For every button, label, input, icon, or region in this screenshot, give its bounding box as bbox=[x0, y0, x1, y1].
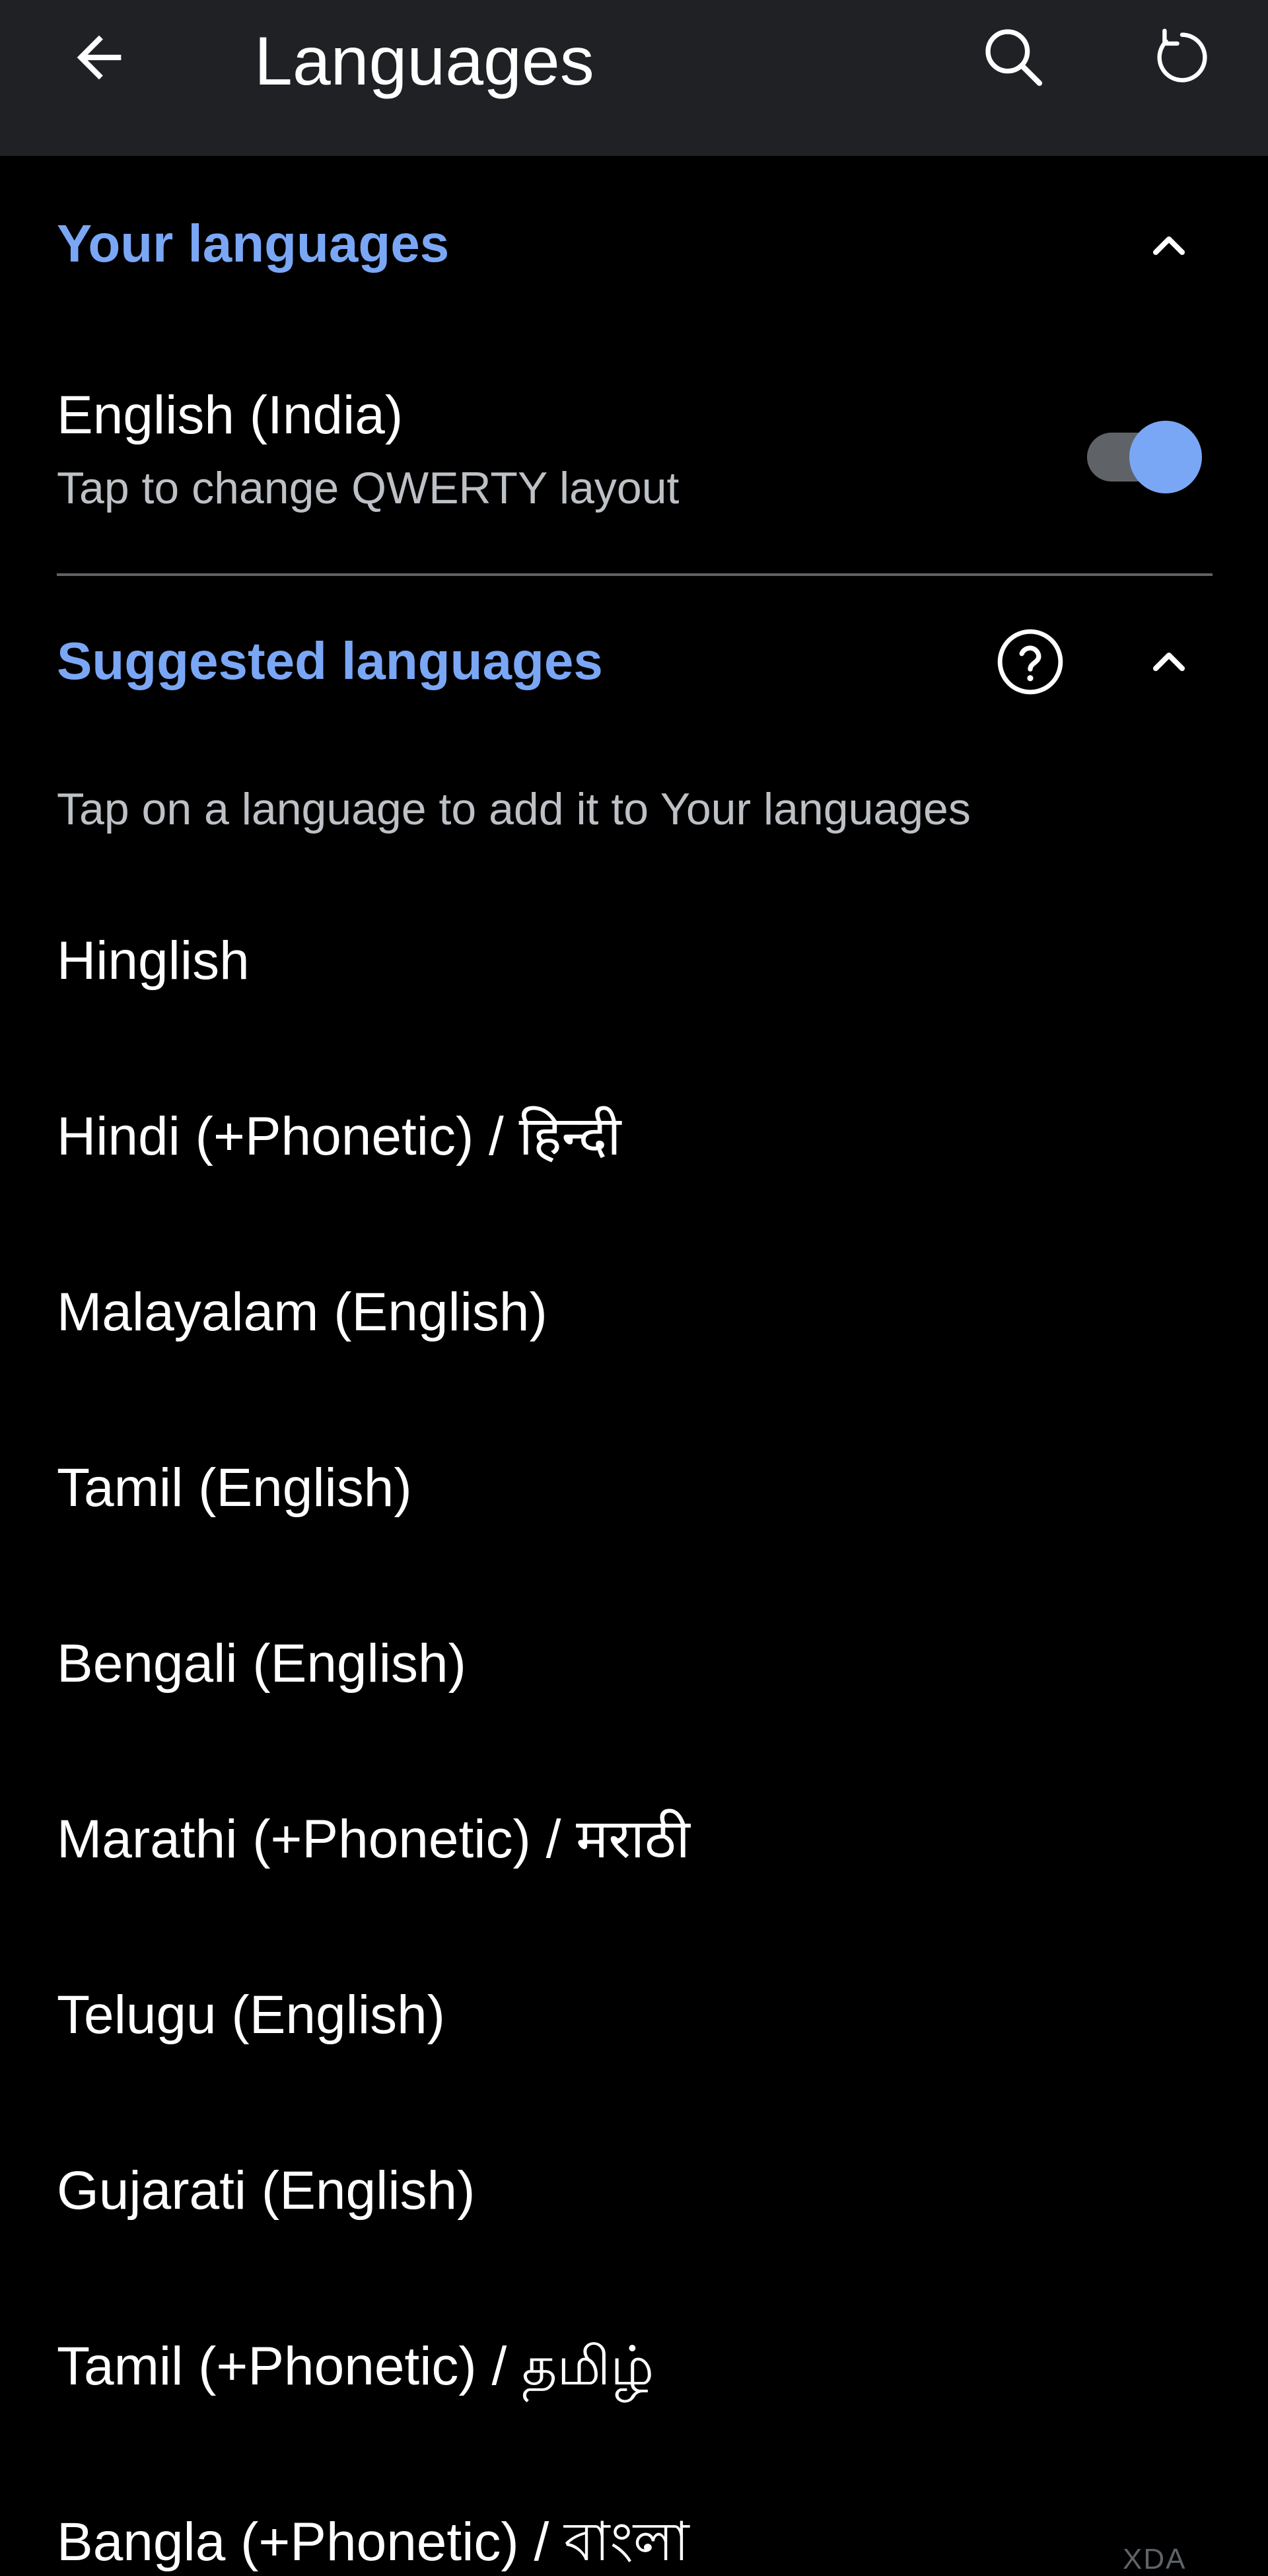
app-root: Languages Your languages English (India)… bbox=[0, 0, 1268, 2576]
list-item[interactable]: Hinglish bbox=[0, 918, 1268, 1094]
your-languages-header: Your languages bbox=[57, 214, 450, 273]
list-item-label: Tamil (+Phonetic) / தமிழ் bbox=[57, 2336, 654, 2396]
refresh-button[interactable] bbox=[1133, 8, 1232, 107]
list-item-label: Hindi (+Phonetic) / हिन्दी bbox=[57, 1106, 621, 1166]
suggested-languages-list: Hinglish Hindi (+Phonetic) / हिन्दी Mala… bbox=[0, 918, 1268, 2576]
list-item[interactable]: Marathi (+Phonetic) / मराठी bbox=[0, 1797, 1268, 1972]
list-item-label: Telugu (English) bbox=[57, 1985, 445, 2045]
collapse-your-languages-button[interactable] bbox=[1123, 199, 1215, 292]
list-item[interactable]: Bengali (English) bbox=[0, 1621, 1268, 1797]
list-item-label: Bangla (+Phonetic) / বাংলা bbox=[57, 2512, 689, 2572]
help-circle-icon bbox=[997, 629, 1063, 695]
refresh-icon bbox=[1157, 28, 1207, 83]
xda-watermark: XDA bbox=[1123, 2543, 1187, 2575]
list-item-label: Marathi (+Phonetic) / मराठी bbox=[57, 1809, 690, 1869]
suggested-hint: Tap on a language to add it to Your lang… bbox=[57, 784, 971, 834]
section-divider bbox=[57, 573, 1213, 576]
list-item-label: Bengali (English) bbox=[57, 1633, 466, 1694]
list-item[interactable]: Tamil (English) bbox=[0, 1445, 1268, 1621]
list-item[interactable]: Telugu (English) bbox=[0, 1972, 1268, 2148]
list-item-label: Gujarati (English) bbox=[57, 2161, 476, 2221]
language-item-name[interactable]: English (India) bbox=[57, 384, 403, 447]
back-button[interactable] bbox=[50, 8, 149, 107]
suggested-languages-header: Suggested languages bbox=[57, 631, 603, 690]
list-item-label: Tamil (English) bbox=[57, 1458, 412, 1518]
list-item[interactable]: Malayalam (English) bbox=[0, 1270, 1268, 1445]
top-app-bar: Languages bbox=[0, 0, 1268, 156]
search-button[interactable] bbox=[964, 8, 1063, 107]
help-button[interactable] bbox=[984, 616, 1076, 708]
page-title: Languages bbox=[254, 23, 594, 100]
toggle-thumb bbox=[1129, 421, 1202, 493]
chevron-up-icon bbox=[1153, 653, 1185, 671]
language-item-subtitle[interactable]: Tap to change QWERTY layout bbox=[57, 462, 679, 514]
language-enabled-toggle[interactable] bbox=[1083, 413, 1202, 493]
chevron-up-icon bbox=[1153, 236, 1185, 255]
arrow-back-icon bbox=[77, 35, 122, 80]
list-item[interactable]: Gujarati (English) bbox=[0, 2148, 1268, 2324]
list-item[interactable]: Bangla (+Phonetic) / বাংলা bbox=[0, 2499, 1268, 2576]
list-item-label: Malayalam (English) bbox=[57, 1282, 547, 1342]
list-item[interactable]: Hindi (+Phonetic) / हिन्दी bbox=[0, 1094, 1268, 1270]
collapse-suggested-languages-button[interactable] bbox=[1123, 616, 1215, 708]
list-item-label: Hinglish bbox=[57, 931, 250, 991]
search-icon bbox=[985, 29, 1043, 87]
list-item[interactable]: Tamil (+Phonetic) / தமிழ் bbox=[0, 2324, 1268, 2499]
